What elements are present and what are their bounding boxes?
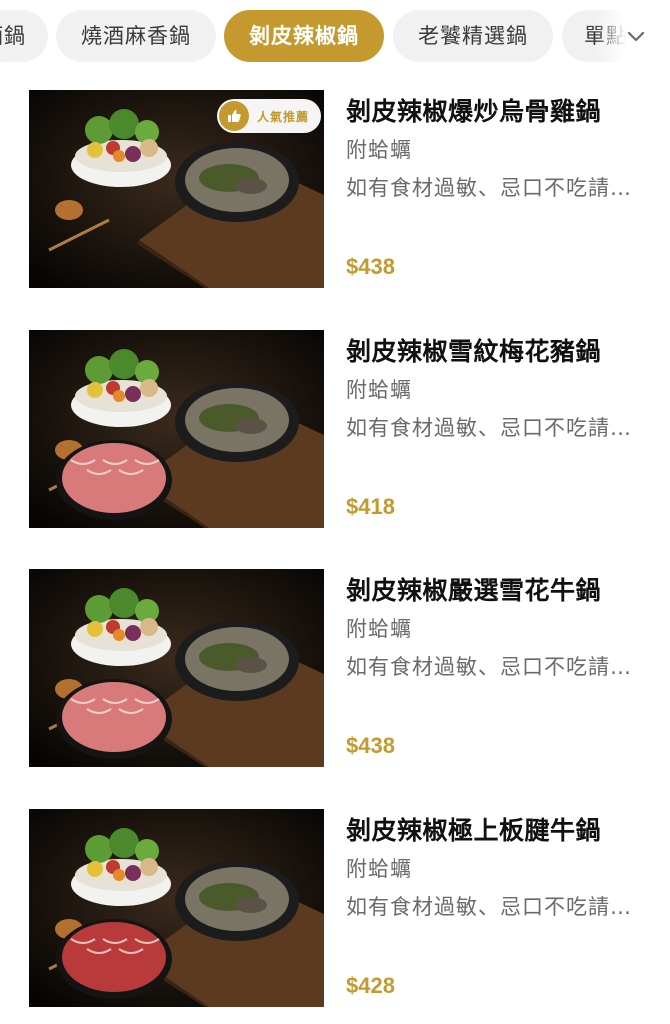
dish-price: $428 xyxy=(346,973,395,998)
dish-description: 如有食材過敏、忌口不吃請務必告知 xyxy=(346,895,642,919)
dish-note: 附蛤蠣 xyxy=(346,138,412,162)
expand-tabs-button[interactable] xyxy=(610,12,662,60)
dish-description: 如有食材過敏、忌口不吃請務必告知 xyxy=(346,176,642,200)
dish-info: 剝皮辣椒爆炒烏骨雞鍋 附蛤蠣 如有食材過敏、忌口不吃請務必告知 $438 xyxy=(346,90,646,290)
dish-name: 剝皮辣椒極上板腱牛鍋 xyxy=(346,816,602,845)
dish-description: 如有食材過敏、忌口不吃請務必告知 xyxy=(346,416,642,440)
dish-image[interactable] xyxy=(29,569,324,767)
dish-image[interactable] xyxy=(29,330,324,528)
dish-price: $438 xyxy=(346,733,395,758)
thumbs-up-icon xyxy=(219,101,249,131)
dish-name: 剝皮辣椒雪紋梅花豬鍋 xyxy=(346,337,602,366)
popular-badge: 人氣推薦 xyxy=(217,99,321,133)
tab-peeled-chili-pot[interactable]: 剝皮辣椒鍋 xyxy=(224,10,384,62)
menu-item[interactable]: 剝皮辣椒極上板腱牛鍋 附蛤蠣 如有食材過敏、忌口不吃請務必告知 $428 xyxy=(0,809,670,1009)
dish-description: 如有食材過敏、忌口不吃請務必告知 xyxy=(346,655,642,679)
dish-info: 剝皮辣椒雪紋梅花豬鍋 附蛤蠣 如有食材過敏、忌口不吃請務必告知 $418 xyxy=(346,330,646,530)
menu-item[interactable]: 剝皮辣椒雪紋梅花豬鍋 附蛤蠣 如有食材過敏、忌口不吃請務必告知 $418 xyxy=(0,330,670,530)
chevron-down-icon xyxy=(627,31,645,42)
popular-badge-label: 人氣推薦 xyxy=(257,109,310,124)
dish-name: 剝皮辣椒爆炒烏骨雞鍋 xyxy=(346,97,602,126)
menu-item[interactable]: 剝皮辣椒嚴選雪花牛鍋 附蛤蠣 如有食材過敏、忌口不吃請務必告知 $438 xyxy=(0,569,670,769)
dish-note: 附蛤蠣 xyxy=(346,378,412,402)
menu-item[interactable]: 人氣推薦 剝皮辣椒爆炒烏骨雞鍋 附蛤蠣 如有食材過敏、忌口不吃請務必告知 $43… xyxy=(0,90,670,290)
category-tab-bar: 酒鍋 燒酒麻香鍋 剝皮辣椒鍋 老饕精選鍋 單點 xyxy=(0,0,670,76)
dish-price: $438 xyxy=(346,254,395,279)
dish-info: 剝皮辣椒嚴選雪花牛鍋 附蛤蠣 如有食材過敏、忌口不吃請務必告知 $438 xyxy=(346,569,646,769)
dish-price: $418 xyxy=(346,494,395,519)
dish-image[interactable]: 人氣推薦 xyxy=(29,90,324,288)
tab-wine-spicy-pot[interactable]: 燒酒麻香鍋 xyxy=(56,10,216,62)
dish-info: 剝皮辣椒極上板腱牛鍋 附蛤蠣 如有食材過敏、忌口不吃請務必告知 $428 xyxy=(346,809,646,1009)
dish-note: 附蛤蠣 xyxy=(346,857,412,881)
dish-image[interactable] xyxy=(29,809,324,1007)
tab-alcohol-pot[interactable]: 酒鍋 xyxy=(0,10,48,62)
dish-note: 附蛤蠣 xyxy=(346,617,412,641)
dish-name: 剝皮辣椒嚴選雪花牛鍋 xyxy=(346,576,602,605)
tab-gourmet-pot[interactable]: 老饕精選鍋 xyxy=(393,10,553,62)
